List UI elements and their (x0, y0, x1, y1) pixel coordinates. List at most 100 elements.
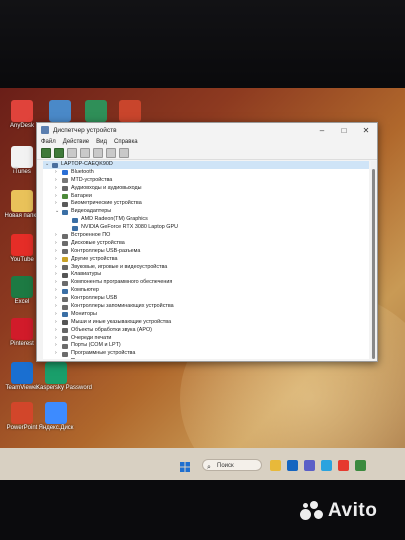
vertical-scrollbar[interactable] (371, 161, 377, 359)
yandex-browser-icon[interactable] (338, 460, 349, 471)
tree-item[interactable]: AMD Radeon(TM) Graphics (43, 216, 369, 224)
tree-item[interactable]: › Очереди печати (43, 335, 369, 343)
chevron-right-icon[interactable]: › (55, 240, 57, 248)
forward-arrow-icon[interactable] (54, 148, 64, 158)
chevron-right-icon[interactable]: › (55, 177, 57, 185)
chevron-right-icon[interactable]: › (55, 185, 57, 193)
chevron-right-icon[interactable]: › (55, 279, 57, 287)
tree-item[interactable]: › Клавиатуры (43, 271, 369, 279)
desktop-icon[interactable]: Яндекс.Диск (36, 402, 76, 432)
chevron-right-icon[interactable]: › (55, 193, 57, 201)
menu-help[interactable]: Справка (114, 139, 138, 145)
chrome-icon[interactable] (355, 460, 366, 471)
device-category-icon (62, 170, 68, 176)
minimize-button[interactable]: – (311, 123, 333, 137)
tree-item[interactable]: › Компоненты программного обеспечения (43, 279, 369, 287)
device-manager-window[interactable]: Диспетчер устройств – □ ✕ Файл Действие … (36, 122, 378, 362)
tree-item[interactable]: › Мыши и иные указывающие устройства (43, 319, 369, 327)
device-category-icon (62, 265, 68, 271)
tree-item[interactable]: › Компьютер (43, 287, 369, 295)
tree-item[interactable]: › Программные устройства (43, 350, 369, 358)
device-category-icon (62, 209, 68, 215)
desktop-icon[interactable] (40, 100, 80, 123)
tree-item[interactable]: › MTD-устройства (43, 177, 369, 185)
help-icon[interactable] (80, 148, 90, 158)
tree-item-label: AMD Radeon(TM) Graphics (81, 216, 148, 223)
tree-item[interactable]: › Встроенное ПО (43, 232, 369, 240)
menu-bar: Файл Действие Вид Справка (37, 137, 377, 147)
tree-item[interactable]: › Биометрические устройства (43, 200, 369, 208)
tree-item[interactable]: › Контроллеры запоминающих устройства (43, 303, 369, 311)
tree-item[interactable]: › Процессоры (43, 358, 369, 359)
teams-icon[interactable] (304, 460, 315, 471)
scrollbar-thumb[interactable] (372, 169, 375, 359)
chevron-right-icon[interactable]: › (55, 327, 57, 335)
tree-item-label: Компоненты программного обеспечения (71, 279, 173, 286)
menu-file[interactable]: Файл (41, 139, 56, 145)
title-bar[interactable]: Диспетчер устройств – □ ✕ (37, 123, 377, 137)
tree-item-label: LAPTOP-CAEQK90D (61, 161, 113, 167)
tree-item[interactable]: › Дисковые устройства (43, 240, 369, 248)
device-category-icon (62, 336, 68, 342)
chevron-right-icon[interactable]: › (55, 350, 57, 358)
windows-start-icon[interactable] (180, 462, 190, 472)
chevron-right-icon[interactable]: › (55, 342, 57, 350)
tree-item[interactable]: ⌄ Видеоадаптеры (43, 208, 369, 216)
chevron-right-icon[interactable]: › (55, 232, 57, 240)
menu-view[interactable]: Вид (96, 139, 107, 145)
tree-item[interactable]: › Контроллеры USB-разъема (43, 248, 369, 256)
maximize-button[interactable]: □ (333, 123, 355, 137)
outlook-icon[interactable] (287, 460, 298, 471)
app-icon (11, 318, 33, 340)
taskbar-search[interactable]: ⌕ Поиск (202, 459, 262, 471)
device-category-icon (62, 304, 68, 310)
desktop-icon[interactable]: Kaspersky Password (36, 362, 93, 392)
device-category-icon (62, 272, 68, 278)
tree-item[interactable]: › Другие устройства (43, 256, 369, 264)
chevron-down-icon[interactable]: ⌄ (45, 161, 49, 169)
tree-item[interactable]: NVIDIA GeForce RTX 3080 Laptop GPU (43, 224, 369, 232)
device-tree[interactable]: ⌄ LAPTOP-CAEQK90D › Bluetooth › MTD-устройств… (43, 161, 369, 359)
chevron-right-icon[interactable]: › (55, 335, 57, 343)
chevron-right-icon[interactable]: › (55, 256, 57, 264)
chevron-right-icon[interactable]: › (55, 264, 57, 272)
desktop-icon[interactable] (110, 100, 150, 123)
tree-item[interactable]: › Bluetooth (43, 169, 369, 177)
chevron-right-icon[interactable]: › (55, 295, 57, 303)
chevron-down-icon[interactable]: ⌄ (55, 208, 59, 216)
chevron-right-icon[interactable]: › (55, 271, 57, 279)
search-label: Поиск (217, 463, 234, 469)
chevron-right-icon[interactable]: › (55, 303, 57, 311)
update-driver-icon[interactable] (93, 148, 103, 158)
tree-item[interactable]: › Аудиовходы и аудиовыходы (43, 185, 369, 193)
device-category-icon (62, 194, 68, 200)
chevron-right-icon[interactable]: › (55, 358, 57, 359)
tree-root-computer[interactable]: ⌄ LAPTOP-CAEQK90D (43, 161, 369, 169)
tree-item-label: Видеоадаптеры (71, 208, 112, 215)
tree-item-label: Клавиатуры (71, 271, 102, 278)
desktop-icon-label: Kaspersky Password (36, 385, 93, 391)
tree-item[interactable]: › Звуковые, игровые и видеоустройства (43, 264, 369, 272)
tree-item[interactable]: › Контроллеры USB (43, 295, 369, 303)
chevron-right-icon[interactable]: › (55, 169, 57, 177)
tree-item[interactable]: › Объекты обработки звука (APO) (43, 327, 369, 335)
tree-item-label: Процессоры (71, 358, 102, 359)
chevron-right-icon[interactable]: › (55, 287, 57, 295)
close-button[interactable]: ✕ (355, 123, 377, 137)
tree-item-label: Компьютер (71, 287, 99, 294)
menu-action[interactable]: Действие (63, 139, 89, 145)
back-arrow-icon[interactable] (41, 148, 51, 158)
tree-item-label: Контроллеры USB-разъема (71, 247, 141, 254)
telegram-icon[interactable] (321, 460, 332, 471)
chevron-right-icon[interactable]: › (55, 200, 57, 208)
file-explorer-icon[interactable] (270, 460, 281, 471)
monitor-icon[interactable] (119, 148, 129, 158)
tree-item[interactable]: › Мониторы (43, 311, 369, 319)
scan-hardware-icon[interactable] (106, 148, 116, 158)
properties-icon[interactable] (67, 148, 77, 158)
chevron-right-icon[interactable]: › (55, 248, 57, 256)
tree-item-label: Мониторы (71, 310, 97, 317)
tree-item-label: Bluetooth (71, 168, 94, 175)
chevron-right-icon[interactable]: › (55, 319, 57, 327)
chevron-right-icon[interactable]: › (55, 311, 57, 319)
